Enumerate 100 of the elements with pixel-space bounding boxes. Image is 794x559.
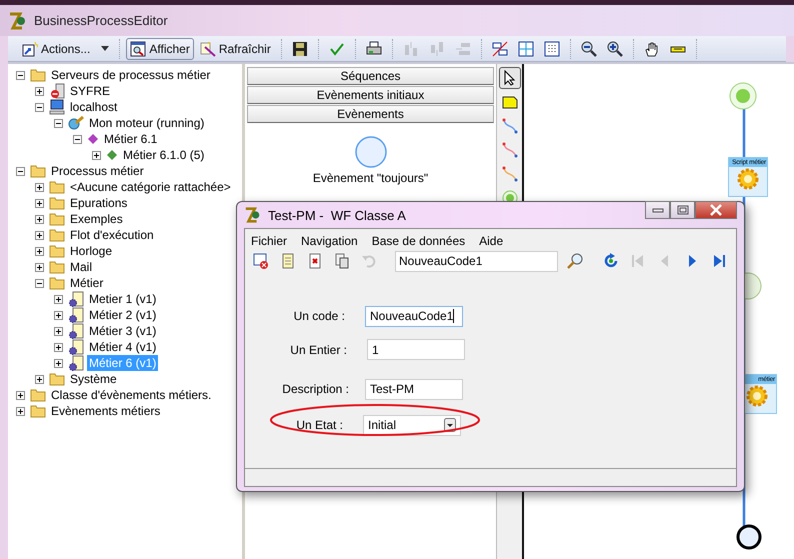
gear-icon	[745, 384, 769, 408]
tree-item[interactable]: Flot d'exécution	[68, 227, 156, 243]
new-action-icon	[22, 40, 38, 56]
gear-document-icon	[68, 355, 84, 371]
zoom-in-icon	[606, 40, 623, 56]
menu-item[interactable]: Fichier	[251, 234, 288, 248]
expand-toggle[interactable]	[35, 198, 44, 208]
toolbar-button[interactable]: Afficher	[126, 38, 194, 60]
folder-icon	[49, 244, 65, 258]
close-icon	[709, 204, 723, 216]
dialog-title: Test-PM - WF Classe A	[268, 208, 407, 222]
expand-toggle[interactable]	[54, 118, 63, 128]
gear-icon	[736, 167, 760, 191]
search-field[interactable]: NouveauCode1	[395, 250, 558, 272]
input-field[interactable]: NouveauCode1	[365, 306, 463, 326]
expand-toggle[interactable]	[54, 294, 63, 304]
toolbar-button[interactable]: Actions...	[18, 38, 114, 60]
tree-item[interactable]: Métier	[68, 275, 106, 291]
diamond-icon	[87, 133, 99, 145]
expand-toggle[interactable]	[35, 246, 44, 256]
tree-item[interactable]: Mon moteur (running)	[87, 115, 206, 131]
expand-toggle[interactable]	[16, 390, 25, 400]
tree-item[interactable]: Evènements métiers	[49, 403, 162, 419]
expand-toggle[interactable]	[16, 166, 25, 176]
tree-item[interactable]: Horloge	[68, 243, 114, 259]
dropdown-caret-icon	[101, 46, 110, 51]
note-icon	[502, 94, 518, 110]
tool-button[interactable]	[498, 67, 520, 89]
palette-section-button[interactable]: Evènements initiaux	[247, 86, 494, 104]
gear-document-icon	[68, 323, 84, 339]
menu-item[interactable]: Base de données	[372, 234, 466, 248]
folder-icon	[30, 388, 46, 402]
end-node	[736, 524, 762, 550]
tree-item[interactable]: Serveurs de processus métier	[49, 67, 212, 83]
tree-item[interactable]: Métier 6.1	[102, 131, 160, 147]
expand-toggle[interactable]	[35, 374, 44, 384]
connector-icon	[502, 118, 518, 134]
tree-item[interactable]: localhost	[68, 99, 120, 115]
tree-item[interactable]: Epurations	[68, 195, 130, 211]
maximize-icon	[676, 205, 688, 215]
window-search-icon	[130, 40, 146, 56]
input-field[interactable]: 1	[367, 339, 465, 360]
expand-toggle[interactable]	[73, 134, 82, 144]
toolbar-button[interactable]: Rafraîchir	[196, 38, 275, 60]
gear-document-icon	[68, 307, 84, 323]
expand-toggle[interactable]	[16, 406, 25, 416]
dropdown-field[interactable]: Initial	[363, 414, 461, 436]
expand-toggle[interactable]	[92, 150, 101, 160]
start-node	[729, 82, 757, 110]
connector-icon	[502, 142, 518, 158]
tree-item[interactable]: Métier 2 (v1)	[87, 307, 158, 323]
folder-icon	[30, 404, 46, 418]
dot-grid-icon	[544, 40, 560, 56]
tree-item[interactable]: <Aucune catégorie rattachée>	[68, 179, 233, 195]
minimize-button[interactable]	[645, 201, 670, 219]
zoom-out-icon	[580, 40, 597, 56]
expand-toggle[interactable]	[54, 342, 63, 352]
tree-item[interactable]: Métier 6.1.0 (5)	[121, 147, 206, 163]
expand-toggle[interactable]	[35, 230, 44, 240]
expand-toggle[interactable]	[35, 86, 44, 96]
tree-item[interactable]: Métier 4 (v1)	[87, 339, 158, 355]
event-circle-icon[interactable]	[354, 136, 386, 168]
close-button[interactable]	[695, 201, 737, 219]
menu-item[interactable]: Aide	[479, 234, 504, 248]
tree-item[interactable]: Classe d'évènements métiers.	[49, 387, 214, 403]
expand-toggle[interactable]	[35, 262, 44, 272]
folder-icon	[49, 196, 65, 210]
check-icon	[328, 40, 345, 56]
tree-item[interactable]: Processus métier	[49, 163, 146, 179]
expand-toggle[interactable]	[16, 70, 25, 80]
expand-toggle[interactable]	[35, 278, 44, 288]
table-delete-icon	[253, 253, 269, 269]
tree-item[interactable]: SYFRE	[68, 83, 112, 99]
tree-item[interactable]: Métier 3 (v1)	[87, 323, 158, 339]
expand-toggle[interactable]	[54, 326, 63, 336]
input-field[interactable]: Test-PM	[365, 378, 463, 400]
expand-toggle[interactable]	[35, 102, 44, 112]
palette-section-button[interactable]: Séquences	[247, 67, 494, 85]
save-icon	[292, 40, 308, 56]
palette-section-button[interactable]: Evènements	[247, 105, 494, 123]
undo-icon	[361, 253, 377, 269]
folder-icon	[49, 372, 65, 386]
tree-item[interactable]: Système	[68, 371, 119, 387]
refresh-icon	[603, 253, 619, 269]
app-logo-icon	[244, 206, 262, 224]
print-icon	[366, 40, 382, 56]
tree-item[interactable]: Mail	[68, 259, 94, 275]
folder-icon	[30, 164, 46, 178]
maximize-button[interactable]	[670, 201, 695, 219]
align-up-icon	[402, 40, 419, 56]
tree-item[interactable]: Metier 1 (v1)	[87, 291, 158, 307]
tree-item[interactable]: Exemples	[68, 211, 125, 227]
expand-toggle[interactable]	[54, 358, 63, 368]
folder-icon	[49, 212, 65, 226]
expand-toggle[interactable]	[54, 310, 63, 320]
expand-toggle[interactable]	[35, 182, 44, 192]
engine-icon	[68, 115, 84, 131]
expand-toggle[interactable]	[35, 214, 44, 224]
menu-item[interactable]: Navigation	[301, 234, 358, 248]
connector-icon	[502, 166, 518, 182]
